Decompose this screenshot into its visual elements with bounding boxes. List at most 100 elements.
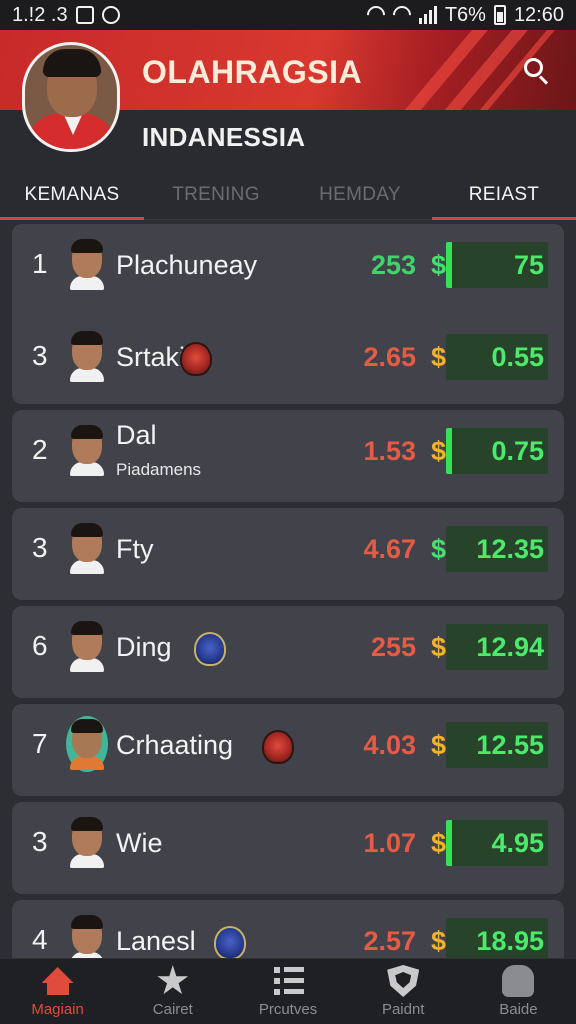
player-avatar	[70, 621, 104, 672]
player-price: 4.03	[363, 730, 416, 760]
nav-label: Magiain	[31, 1001, 84, 1018]
player-subtitle: Piadamens	[116, 460, 202, 479]
nav-item-prcutves[interactable]: Prcutves	[230, 959, 345, 1024]
player-value: 12.35	[476, 534, 544, 564]
player-card: 1 Plachuneay 253 $75 3 Srtakiu 2.65 $0.55	[12, 224, 564, 404]
nav-item-paidnt[interactable]: Paidnt	[346, 959, 461, 1024]
player-row[interactable]: 2 Dal Piadamens 1.53 $0.75	[12, 410, 564, 500]
value-box: 4.95	[446, 820, 548, 866]
player-value: 18.95	[476, 926, 544, 956]
player-name: Dal	[116, 420, 157, 450]
player-rank: 3	[32, 826, 48, 857]
star-icon	[157, 965, 189, 995]
tab-trening[interactable]: TRENING	[144, 170, 288, 219]
battery-text: T6%	[444, 3, 486, 26]
player-avatar	[70, 425, 104, 476]
currency-icon: $	[430, 828, 446, 858]
player-avatar	[70, 915, 104, 958]
status-bar: 1.!2 .3 T6% 12:60	[0, 0, 576, 30]
currency-icon: $	[430, 926, 446, 956]
list-icon	[272, 965, 304, 997]
player-rank: 7	[32, 728, 48, 759]
currency-icon: $	[430, 632, 446, 662]
player-value: 4.95	[491, 828, 544, 858]
player-name: Ding	[116, 632, 172, 662]
player-name: Wie	[116, 828, 163, 858]
player-row[interactable]: 6 Ding 255 $12.94	[12, 606, 564, 696]
status-left-text: 1.!2 .3	[12, 3, 68, 26]
player-price: 2.65	[363, 342, 416, 372]
player-card: 6 Ding 255 $12.94	[12, 606, 564, 698]
player-price: 4.67	[363, 534, 416, 564]
player-card: 3 Wie 1.07 $4.95	[12, 802, 564, 894]
player-price: 1.53	[363, 436, 416, 466]
player-name: Lanesl	[116, 926, 196, 956]
profile-avatar[interactable]	[22, 42, 120, 152]
player-row[interactable]: 7 Crhaating 4.03 $12.55	[12, 704, 564, 794]
player-row[interactable]: 3 Fty 4.67 $12.35	[12, 508, 564, 598]
player-card: 3 Fty 4.67 $12.35	[12, 508, 564, 600]
nav-item-magiain[interactable]: Magiain	[0, 959, 115, 1024]
battery-icon	[493, 5, 506, 25]
player-rank: 2	[32, 434, 48, 465]
player-row[interactable]: 4 Lanesl 2.57 $18.95	[12, 900, 564, 958]
currency-icon: $	[430, 250, 446, 280]
hotspot-icon	[389, 2, 415, 28]
player-rank: 6	[32, 630, 48, 661]
player-card: 7 Crhaating 4.03 $12.55	[12, 704, 564, 796]
value-box: 18.95	[446, 918, 548, 958]
player-value: 12.94	[476, 632, 544, 662]
player-row[interactable]: 1 Plachuneay 253 $75	[12, 224, 564, 314]
player-name: Plachuneay	[116, 250, 258, 280]
player-avatar	[70, 331, 104, 382]
nav-label: Paidnt	[381, 1001, 425, 1018]
tab-reiast[interactable]: REIAST	[432, 170, 576, 220]
value-box: 12.35	[446, 526, 548, 572]
alarm-icon	[101, 6, 120, 24]
player-value: 12.55	[476, 730, 544, 760]
player-row[interactable]: 3 Wie 1.07 $4.95	[12, 802, 564, 892]
player-value: 0.55	[491, 342, 544, 372]
currency-icon: $	[430, 730, 446, 760]
club-crest-icon	[194, 632, 226, 666]
clock: 12:60	[513, 3, 564, 26]
player-avatar	[66, 716, 108, 772]
currency-icon: $	[430, 436, 446, 466]
search-icon[interactable]	[524, 58, 550, 85]
player-price: 255	[370, 632, 416, 662]
status-left: 1.!2 .3	[12, 4, 120, 27]
notification-icon	[75, 6, 94, 24]
nav-item-baide[interactable]: Baide	[461, 959, 576, 1024]
page-title: OLAHRAGSIA	[142, 54, 363, 90]
player-price: 1.07	[363, 828, 416, 858]
currency-icon: $	[430, 342, 446, 372]
wifi-icon	[363, 2, 389, 28]
player-rank: 1	[32, 248, 48, 279]
nav-label: Cairet	[152, 1001, 193, 1018]
player-price: 253	[370, 250, 416, 280]
player-rank: 3	[32, 532, 48, 563]
signal-icon	[418, 6, 437, 24]
shield-icon	[387, 965, 420, 997]
nav-item-cairet[interactable]: Cairet	[115, 959, 230, 1024]
currency-icon: $	[430, 534, 446, 564]
tab-kemanas[interactable]: KEMANAS	[0, 170, 144, 220]
value-box: 75	[446, 242, 548, 288]
player-avatar	[70, 523, 104, 574]
club-crest-icon	[262, 730, 294, 764]
tab-hemday[interactable]: HEMDAY	[288, 170, 432, 219]
player-rank: 3	[32, 340, 48, 371]
club-crest-icon	[214, 926, 246, 958]
app-screen: 1.!2 .3 T6% 12:60 OLAHRAGSIA INDANESSIA …	[0, 0, 576, 1024]
value-box: 0.55	[446, 334, 548, 380]
player-avatar	[70, 239, 104, 290]
player-list: 1 Plachuneay 253 $75 3 Srtakiu 2.65 $0.55 2 Dal Pi…	[0, 220, 576, 958]
value-box: 12.94	[446, 624, 548, 670]
value-box: 12.55	[446, 722, 548, 768]
home-icon	[41, 965, 74, 997]
player-name: Crhaating	[116, 730, 234, 760]
player-card: 4 Lanesl 2.57 $18.95	[12, 900, 564, 958]
player-row[interactable]: 3 Srtakiu 2.65 $0.55	[12, 316, 564, 406]
puzzle-icon	[502, 965, 535, 997]
player-price: 2.57	[363, 926, 416, 956]
